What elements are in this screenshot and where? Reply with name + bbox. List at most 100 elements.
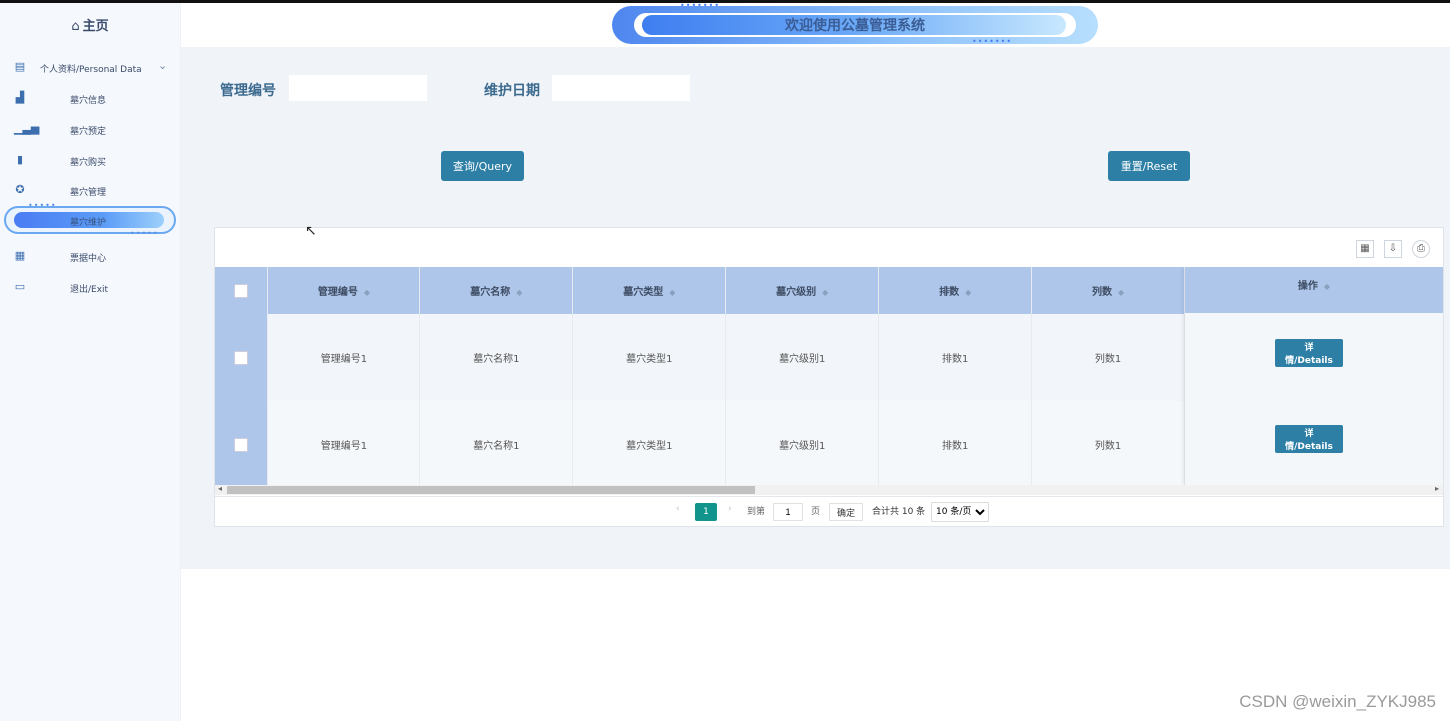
- pagination: ‹ 1 › 到第 页 确定 合计共 10 条 10 条/页: [215, 496, 1443, 527]
- prev-page-icon[interactable]: ‹: [676, 504, 680, 514]
- sidebar-item-label: 个人资料/Personal Data: [40, 65, 142, 75]
- page-button-current[interactable]: 1: [695, 503, 717, 521]
- col-header-grave-name[interactable]: 墓穴名称 ◆: [419, 267, 574, 314]
- cell-grave-name: 墓穴名称1: [419, 314, 574, 401]
- col-header-col-no[interactable]: 列数 ◆: [1031, 267, 1186, 314]
- col-header-grave-type[interactable]: 墓穴类型 ◆: [572, 267, 727, 314]
- row-checkbox[interactable]: [234, 437, 249, 452]
- col-header-grave-level[interactable]: 墓穴级别 ◆: [725, 267, 880, 314]
- sort-icon[interactable]: ◆: [1118, 288, 1124, 297]
- cell-grave-type: 墓穴类型1: [572, 401, 727, 485]
- col-header-label: 排数: [939, 287, 960, 298]
- page-size-select[interactable]: 10 条/页: [931, 502, 989, 522]
- sidebar-item-label: 退出/Exit: [70, 285, 109, 295]
- details-button[interactable]: 详情/Details: [1275, 339, 1343, 367]
- sidebar-item-billing[interactable]: ▦ 票据中心: [0, 244, 180, 270]
- print-icon[interactable]: ⎙: [1412, 240, 1430, 258]
- building-icon: ▟: [15, 91, 25, 104]
- col-header-mgmt-no[interactable]: 管理编号 ◆: [267, 267, 421, 314]
- sidebar-home-label: 主页: [82, 19, 109, 34]
- goto-prefix: 到第: [747, 507, 766, 517]
- cell-col-no: 列数1: [1031, 401, 1186, 485]
- scrollbar-thumb[interactable]: [227, 486, 755, 494]
- document-icon: ▤: [14, 60, 26, 73]
- maintenance-date-input[interactable]: [552, 75, 690, 101]
- sidebar-item-grave-manage[interactable]: ✪ 墓穴管理: [0, 178, 180, 204]
- scroll-right-icon[interactable]: ▸: [1435, 484, 1439, 493]
- sort-icon[interactable]: ◆: [364, 288, 370, 297]
- next-page-icon[interactable]: ›: [728, 504, 732, 514]
- decor-dots: •••••: [130, 229, 159, 238]
- cell-mgmt-no: 管理编号1: [267, 314, 421, 401]
- query-button[interactable]: 查询/Query: [441, 151, 524, 181]
- calendar-check-icon: ▦: [14, 249, 26, 262]
- cell-grave-type: 墓穴类型1: [572, 314, 727, 401]
- sidebar-item-grave-purchase[interactable]: ▮ 墓穴购买: [0, 148, 180, 174]
- total-count: 合计共 10 条: [872, 507, 926, 517]
- sort-icon[interactable]: ◆: [669, 288, 675, 297]
- row-checkbox[interactable]: [234, 350, 249, 365]
- row-select-cell: [215, 401, 269, 485]
- col-header-label: 墓穴名称: [470, 287, 511, 298]
- sidebar-item-grave-info[interactable]: ▟ 墓穴信息: [0, 86, 180, 112]
- col-header-label: 列数: [1092, 287, 1113, 298]
- decor-dots: •••••••: [680, 1, 721, 10]
- col-header-label: 墓穴级别: [776, 287, 817, 298]
- details-button[interactable]: 详情/Details: [1275, 425, 1343, 453]
- badge-icon: ✪: [15, 183, 25, 196]
- sidebar-item-label: 墓穴维护: [70, 218, 107, 228]
- watermark: CSDN @weixin_ZYKJ985: [1239, 692, 1436, 711]
- select-all-cell: [215, 267, 269, 314]
- cell-col-no: 列数1: [1031, 314, 1186, 401]
- row-select-cell: [215, 314, 269, 401]
- table-container: 管理编号 ◆ 墓穴名称 ◆ 墓穴类型 ◆ 墓穴级别 ◆ 排数 ◆ 列数 ◆ 管理编号1 墓穴…: [215, 267, 1443, 485]
- cell-row-no: 排数1: [878, 401, 1033, 485]
- decor-dots: •••••••: [972, 37, 1013, 46]
- col-header-label: 操作: [1297, 281, 1318, 292]
- sort-icon[interactable]: ◆: [822, 288, 828, 297]
- cell-row-no: 排数1: [878, 314, 1033, 401]
- mgmt-no-label: 管理编号: [220, 83, 276, 99]
- mouse-cursor-icon: ↖: [305, 223, 317, 239]
- chevron-down-icon: ⌄: [158, 59, 168, 72]
- scroll-left-icon[interactable]: ◂: [218, 484, 222, 493]
- sidebar-item-label: 墓穴信息: [70, 96, 107, 106]
- sort-icon[interactable]: ◆: [516, 288, 522, 297]
- top-border: [0, 0, 1450, 3]
- mgmt-no-input[interactable]: [289, 75, 427, 101]
- col-header-row-no[interactable]: 排数 ◆: [878, 267, 1033, 314]
- page-title: 欢迎使用公墓管理系统: [785, 18, 925, 34]
- cell-grave-level: 墓穴级别1: [725, 314, 880, 401]
- select-all-checkbox[interactable]: [234, 283, 249, 298]
- cell-mgmt-no: 管理编号1: [267, 401, 421, 485]
- goto-page-input[interactable]: [773, 503, 803, 521]
- operations-column: 操作 ◆ 详情/Details 详情/Details: [1185, 267, 1443, 485]
- columns-filter-icon[interactable]: ▦: [1356, 240, 1374, 258]
- sidebar-item-personal-data[interactable]: ▤ 个人资料/Personal Data ⌄: [0, 55, 180, 81]
- sidebar: ⌂ 主页 ▤ 个人资料/Personal Data ⌄ ▟ 墓穴信息 ▁▃▅ 墓穴…: [0, 3, 181, 721]
- col-header-operations[interactable]: 操作 ◆: [1185, 267, 1443, 313]
- col-header-label: 管理编号: [317, 287, 358, 298]
- reset-button[interactable]: 重置/Reset: [1108, 151, 1190, 181]
- chart-icon: ▁▃▅: [14, 122, 40, 135]
- cell-grave-level: 墓穴级别1: [725, 401, 880, 485]
- header-banner: ••••••• ••••••• 欢迎使用公墓管理系统: [612, 1, 1098, 46]
- maintenance-date-label: 维护日期: [484, 83, 540, 99]
- sort-icon[interactable]: ◆: [965, 288, 971, 297]
- goto-confirm-button[interactable]: 确定: [829, 503, 863, 521]
- sidebar-item-label: 墓穴管理: [70, 188, 107, 198]
- horizontal-scrollbar[interactable]: ◂ ▸: [215, 484, 1443, 495]
- book-icon: ▭: [14, 280, 26, 293]
- sidebar-item-exit[interactable]: ▭ 退出/Exit: [0, 275, 180, 301]
- export-icon[interactable]: ⇩: [1384, 240, 1402, 258]
- sidebar-item-label: 墓穴购买: [70, 158, 107, 168]
- sort-icon[interactable]: ◆: [1324, 282, 1330, 291]
- sidebar-item-grave-reserve[interactable]: ▁▃▅ 墓穴预定: [0, 117, 180, 143]
- sidebar-home[interactable]: ⌂ 主页: [0, 15, 180, 37]
- bookmark-icon: ▮: [16, 153, 24, 166]
- data-grid: ▦ ⇩ ⎙ 管理编号 ◆ 墓穴名称 ◆ 墓穴类型 ◆ 墓穴级别 ◆ 排数 ◆ 列数 ◆: [214, 227, 1444, 527]
- sidebar-item-label: 票据中心: [70, 254, 107, 264]
- page-suffix: 页: [811, 507, 821, 517]
- home-icon: ⌂: [71, 19, 80, 34]
- sidebar-item-label: 墓穴预定: [70, 127, 107, 137]
